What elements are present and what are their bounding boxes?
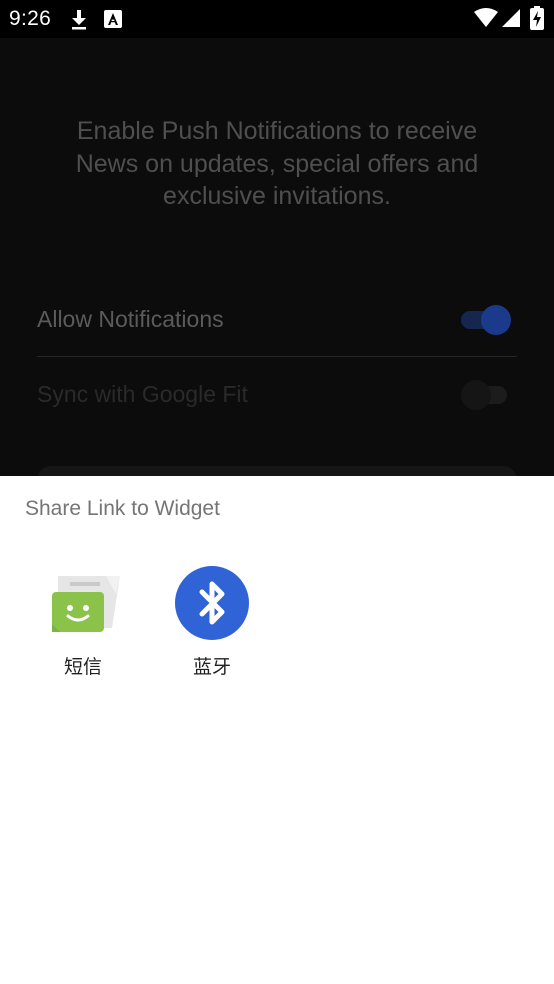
allow-notifications-toggle[interactable] — [461, 305, 511, 335]
allow-notifications-row[interactable]: Allow Notifications — [37, 289, 517, 349]
bluetooth-label: 蓝牙 — [192, 657, 231, 678]
download-icon — [68, 8, 90, 35]
background-app: Enable Push Notifications to receive New… — [0, 38, 554, 486]
battery-charging-icon — [530, 6, 544, 35]
status-time: 9:26 — [9, 7, 52, 30]
messaging-label: 短信 — [63, 657, 102, 678]
share-sheet: Share Link to Widget 短信 蓝牙 — [0, 476, 554, 984]
phone-screen: 9:26 Enable Push Notifications to receiv… — [0, 0, 554, 984]
push-notification-promo: Enable Push Notifications to receive New… — [75, 117, 479, 210]
status-bar: 9:26 — [0, 0, 554, 38]
signal-icon — [502, 8, 520, 33]
sync-google-fit-row[interactable]: Sync with Google Fit — [37, 364, 517, 424]
share-target-messaging[interactable]: 短信 — [28, 566, 138, 678]
a-notification-icon — [104, 10, 122, 33]
sync-google-fit-label: Sync with Google Fit — [37, 381, 248, 407]
bluetooth-icon — [175, 566, 249, 640]
toggle-thumb — [481, 305, 511, 335]
settings-divider — [37, 356, 517, 357]
toggle-thumb — [461, 380, 491, 410]
allow-notifications-label: Allow Notifications — [37, 306, 224, 332]
messaging-app-icon — [46, 566, 120, 640]
sync-google-fit-toggle[interactable] — [461, 380, 511, 410]
share-target-bluetooth[interactable]: 蓝牙 — [157, 566, 267, 678]
wifi-icon — [474, 8, 498, 33]
share-sheet-title: Share Link to Widget — [25, 497, 220, 520]
